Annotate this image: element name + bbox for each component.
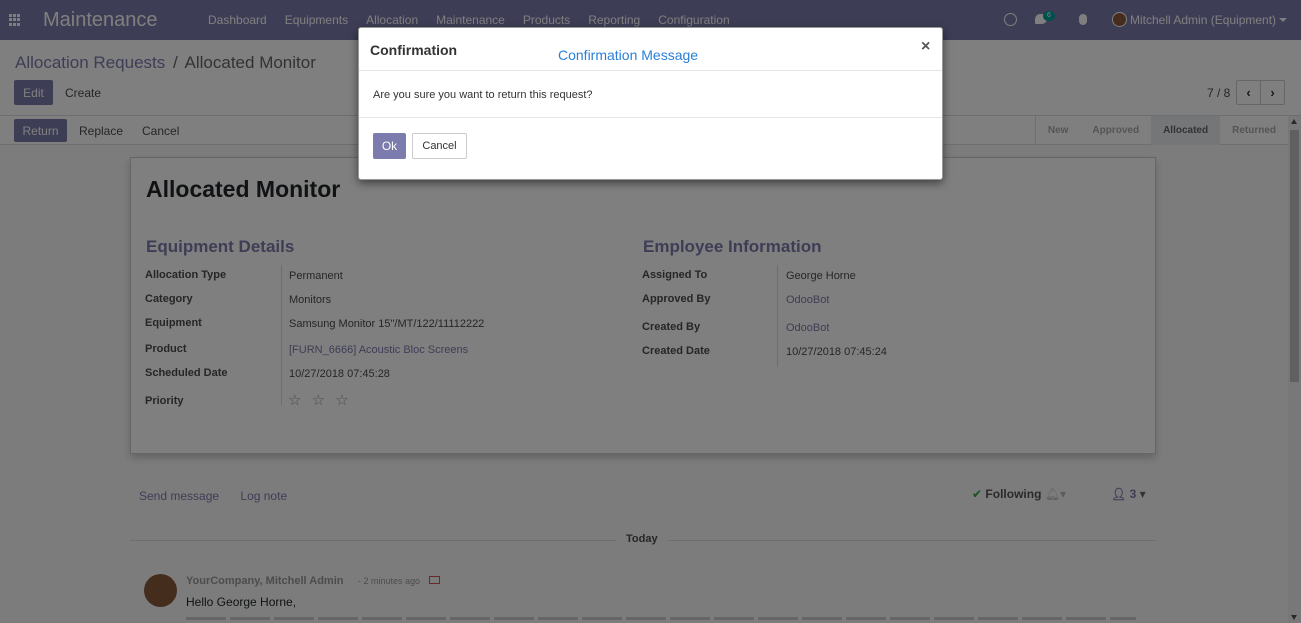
dialog-message: Are you sure you want to return this req… [373,89,593,101]
ok-button[interactable]: Ok [373,133,406,159]
dialog-cancel-button[interactable]: Cancel [412,133,467,159]
confirmation-dialog: Confirmation Confirmation Message × Are … [358,27,943,180]
dialog-title: Confirmation [370,42,458,58]
dialog-header: Confirmation Confirmation Message × [359,28,942,71]
dialog-footer-divider [359,117,942,118]
dialog-subtitle: Confirmation Message [558,47,699,63]
close-icon[interactable]: × [921,38,930,56]
